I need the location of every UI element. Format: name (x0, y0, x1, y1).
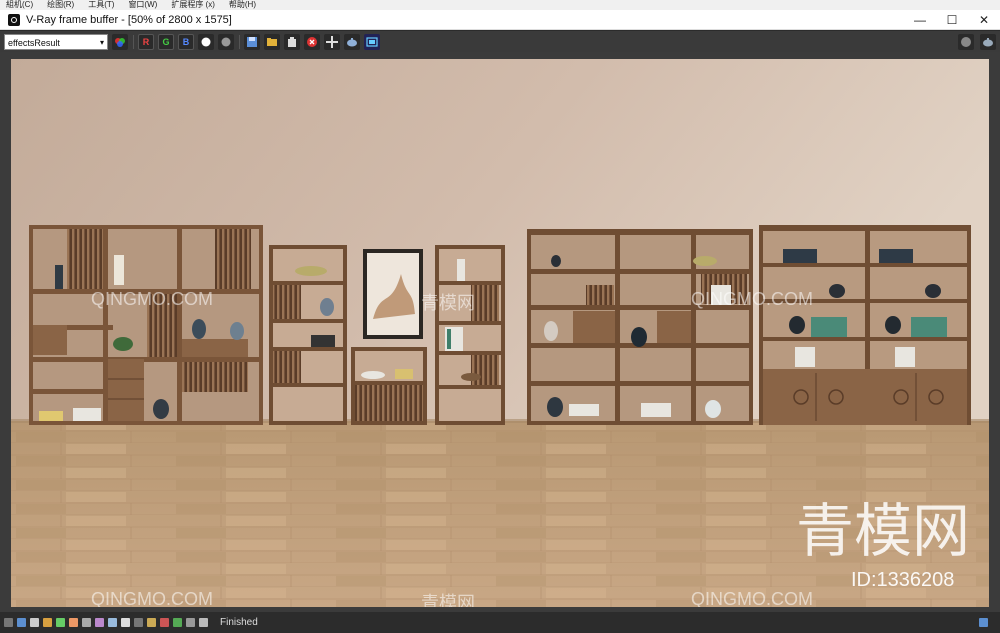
watermark-brand-en: QINGMO.COM (691, 589, 813, 607)
menu-item-extensions[interactable]: 扩展程序 (x) (171, 0, 215, 10)
toolbar-divider (239, 34, 240, 49)
curve-icon[interactable] (95, 618, 104, 627)
window-title: V-Ray frame buffer - [50% of 2800 x 1575… (26, 13, 232, 26)
clear-image-icon[interactable] (284, 33, 300, 50)
lens-effects-icon[interactable] (980, 33, 996, 50)
zoom-icon[interactable] (134, 618, 143, 627)
red-channel-button[interactable]: R (138, 33, 154, 50)
mono-channel-icon[interactable] (218, 33, 234, 50)
vfb-statusbar: Finished (0, 612, 1000, 633)
render-channel-value: effectsResult (8, 37, 60, 48)
exposure-icon[interactable] (69, 618, 78, 627)
watermark-brand-cn: 青模网 (421, 593, 475, 607)
stamp-icon[interactable] (17, 618, 26, 627)
render-status-text: Finished (220, 617, 258, 628)
shelf-unit-2 (269, 245, 347, 425)
watermark-logo-large: 青模网 (796, 499, 971, 564)
load-image-icon[interactable] (264, 33, 280, 50)
history-icon[interactable] (958, 33, 974, 50)
blue-channel-button[interactable]: B (178, 33, 194, 50)
rendered-image: QINGMO.COM 青模网 QINGMO.COM QINGMO.COM 青模网… (11, 59, 989, 607)
region-render-icon[interactable] (43, 618, 52, 627)
maximize-button[interactable]: ☐ (936, 10, 968, 30)
vray-logo-icon (8, 13, 20, 26)
shelf-bookcase-4 (527, 229, 753, 425)
shelf-unit-3 (435, 245, 505, 425)
window-controls: — ☐ ✕ (904, 10, 1000, 30)
chevron-down-icon: ▾ (99, 37, 104, 47)
color-correction-icon[interactable] (56, 618, 65, 627)
watermark-id: ID:1336208 (851, 569, 955, 591)
render-channel-select[interactable]: effectsResult ▾ (4, 33, 108, 50)
vfb-settings-icon[interactable] (364, 33, 380, 50)
info-icon[interactable] (30, 618, 39, 627)
window-titlebar: V-Ray frame buffer - [50% of 2800 x 1575… (0, 10, 1000, 30)
color-channels-icon[interactable] (112, 33, 128, 50)
vfb-toolbar: effectsResult ▾ R G B (0, 31, 1000, 52)
alpha-channel-icon[interactable] (198, 33, 214, 50)
watermark-brand-en: QINGMO.COM (91, 289, 213, 309)
overlay-icon[interactable] (199, 618, 208, 627)
history-toggle-icon[interactable] (4, 618, 13, 627)
watermark-brand-cn: 青模网 (421, 293, 475, 313)
compare-icon[interactable] (173, 618, 182, 627)
levels-icon[interactable] (82, 618, 91, 627)
watermark-brand-en: QINGMO.COM (91, 589, 213, 607)
menu-item-group[interactable]: 組机(C) (6, 0, 33, 10)
toolbar-divider (133, 34, 134, 49)
menu-item-draw[interactable]: 绘图(R) (47, 0, 74, 10)
track-mouse-icon[interactable] (324, 33, 340, 50)
shelf-cabinet-5 (759, 225, 971, 425)
display-colors-icon[interactable] (160, 618, 169, 627)
ab-compare-icon[interactable] (186, 618, 195, 627)
minimize-button[interactable]: — (904, 10, 936, 30)
lut-icon[interactable] (108, 618, 117, 627)
save-image-icon[interactable] (244, 33, 260, 50)
menu-item-help[interactable]: 帮助(H) (229, 0, 256, 10)
menu-item-window[interactable]: 窗口(W) (128, 0, 157, 10)
menu-item-tools[interactable]: 工具(T) (88, 0, 114, 10)
resize-grip-icon[interactable] (979, 618, 988, 627)
display-srgb-icon[interactable] (147, 618, 156, 627)
pixel-info-icon[interactable] (121, 618, 130, 627)
stop-render-icon[interactable] (304, 33, 320, 50)
app-menubar: 組机(C) 绘图(R) 工具(T) 窗口(W) 扩展程序 (x) 帮助(H) (0, 0, 1000, 10)
render-viewport[interactable]: QINGMO.COM 青模网 QINGMO.COM QINGMO.COM 青模网… (0, 52, 1000, 612)
watermark-brand-en: QINGMO.COM (691, 289, 813, 309)
green-channel-button[interactable]: G (158, 33, 174, 50)
close-button[interactable]: ✕ (968, 10, 1000, 30)
shelf-cabinet-1 (29, 225, 263, 425)
render-teapot-icon[interactable] (344, 33, 360, 50)
